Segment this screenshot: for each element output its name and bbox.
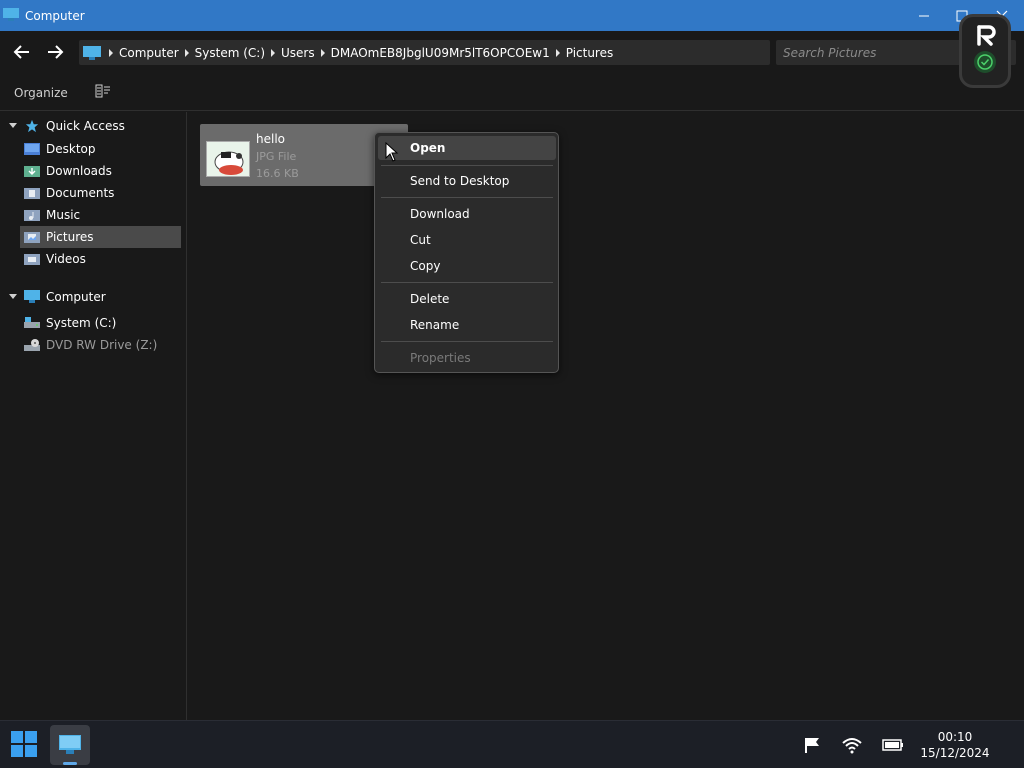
videos-folder-icon <box>24 254 40 265</box>
star-icon <box>25 119 39 133</box>
breadcrumb[interactable]: Computer System (C:) Users DMAOmEB8JbglU… <box>79 40 770 65</box>
sidebar-item-label: Downloads <box>46 164 112 178</box>
file-type: JPG File <box>256 150 297 163</box>
sidebar-item-downloads[interactable]: Downloads <box>20 160 181 182</box>
drive-icon <box>24 317 40 328</box>
sidebar-item-label: DVD RW Drive (Z:) <box>46 338 158 352</box>
toolbar: Organize <box>0 74 1024 111</box>
computer-icon <box>59 735 81 754</box>
sidebar-item-label: Computer <box>46 290 106 304</box>
breadcrumb-users[interactable]: Users <box>281 46 315 60</box>
desktop-folder-icon <box>24 143 40 155</box>
address-row: Computer System (C:) Users DMAOmEB8JbglU… <box>0 31 1024 74</box>
active-indicator <box>63 762 77 765</box>
music-folder-icon <box>24 210 40 221</box>
menu-item-open[interactable]: Open <box>378 136 556 160</box>
menu-separator <box>381 197 553 198</box>
chevron-right-icon <box>109 48 113 57</box>
sidebar-item-system-c[interactable]: System (C:) <box>20 312 181 334</box>
computer-app-icon <box>3 8 19 21</box>
organize-button[interactable]: Organize <box>14 86 68 100</box>
title-bar[interactable]: Computer <box>0 0 1024 31</box>
menu-item-send-to-desktop[interactable]: Send to Desktop <box>378 169 556 193</box>
details-view-icon[interactable] <box>95 83 111 99</box>
taskbar: 00:10 15/12/2024 <box>0 720 1024 768</box>
clock-date[interactable]: 15/12/2024 <box>915 746 995 760</box>
taskbar-explorer-button[interactable] <box>50 725 90 765</box>
breadcrumb-computer[interactable]: Computer <box>119 46 179 60</box>
breadcrumb-system-c[interactable]: System (C:) <box>195 46 265 60</box>
sidebar-item-label: Videos <box>46 252 86 266</box>
widget-logo-icon <box>974 25 996 73</box>
menu-item-rename[interactable]: Rename <box>378 313 556 337</box>
windows-start-icon[interactable] <box>10 730 38 758</box>
file-size: 16.6 KB <box>256 167 299 180</box>
navigation-pane: Quick Access Desktop Downloads Documents… <box>0 112 187 720</box>
menu-separator <box>381 165 553 166</box>
documents-folder-icon <box>24 188 40 199</box>
sidebar-item-videos[interactable]: Videos <box>20 248 181 270</box>
sidebar-item-dvd-drive[interactable]: DVD RW Drive (Z:) <box>20 334 181 356</box>
sidebar-item-label: Music <box>46 208 81 222</box>
wifi-icon[interactable] <box>841 735 863 755</box>
sidebar-item-documents[interactable]: Documents <box>20 182 181 204</box>
minimize-icon <box>919 15 929 17</box>
breadcrumb-user-folder[interactable]: DMAOmEB8JbglU09Mr5lT6OPCOEw1 <box>331 46 550 60</box>
arrow-left-icon <box>13 45 29 59</box>
sidebar-item-label: Quick Access <box>46 119 125 133</box>
file-explorer-window: Computer Computer System (C:) Users DMAO… <box>0 0 1024 720</box>
back-button[interactable] <box>9 41 33 63</box>
pictures-folder-icon <box>24 232 40 243</box>
dvd-drive-icon <box>24 339 40 351</box>
sidebar-item-label: Pictures <box>46 230 94 244</box>
arrow-right-icon <box>48 45 64 59</box>
breadcrumb-pictures[interactable]: Pictures <box>566 46 614 60</box>
menu-item-download[interactable]: Download <box>378 202 556 226</box>
window-title: Computer <box>25 9 85 23</box>
chevron-right-icon <box>184 48 189 57</box>
chevron-right-icon <box>271 48 276 57</box>
sidebar-item-computer[interactable]: Computer <box>20 286 181 308</box>
flag-icon[interactable] <box>802 735 824 755</box>
menu-item-cut[interactable]: Cut <box>378 228 556 252</box>
mouse-cursor-icon <box>385 142 399 162</box>
computer-icon <box>24 290 40 303</box>
expand-quick-access-icon[interactable] <box>9 123 17 128</box>
sidebar-item-quick-access[interactable]: Quick Access <box>20 115 181 137</box>
file-list-pane[interactable]: hello JPG File 16.6 KB <box>188 112 1024 720</box>
menu-separator <box>381 341 553 342</box>
context-menu: Open Send to Desktop Download Cut Copy D… <box>374 132 559 373</box>
sidebar-item-label: System (C:) <box>46 316 117 330</box>
sidebar-item-label: Documents <box>46 186 115 200</box>
forward-button[interactable] <box>44 41 68 63</box>
menu-item-properties: Properties <box>410 351 471 365</box>
menu-item-copy[interactable]: Copy <box>378 254 556 278</box>
clock-time[interactable]: 00:10 <box>920 730 990 744</box>
sidebar-item-desktop[interactable]: Desktop <box>20 138 181 160</box>
image-thumbnail <box>206 141 250 177</box>
expand-computer-icon[interactable] <box>9 294 17 299</box>
chevron-right-icon <box>320 48 325 57</box>
battery-icon[interactable] <box>882 735 904 755</box>
downloads-folder-icon <box>24 166 40 177</box>
menu-separator <box>381 282 553 283</box>
floating-widget[interactable] <box>959 14 1011 88</box>
computer-icon <box>83 45 101 60</box>
minimize-button[interactable] <box>914 6 934 26</box>
chevron-right-icon <box>555 48 560 57</box>
file-name: hello <box>256 132 285 146</box>
sidebar-item-pictures[interactable]: Pictures <box>20 226 181 248</box>
sidebar-item-music[interactable]: Music <box>20 204 181 226</box>
menu-item-delete[interactable]: Delete <box>378 287 556 311</box>
sidebar-item-label: Desktop <box>46 142 96 156</box>
